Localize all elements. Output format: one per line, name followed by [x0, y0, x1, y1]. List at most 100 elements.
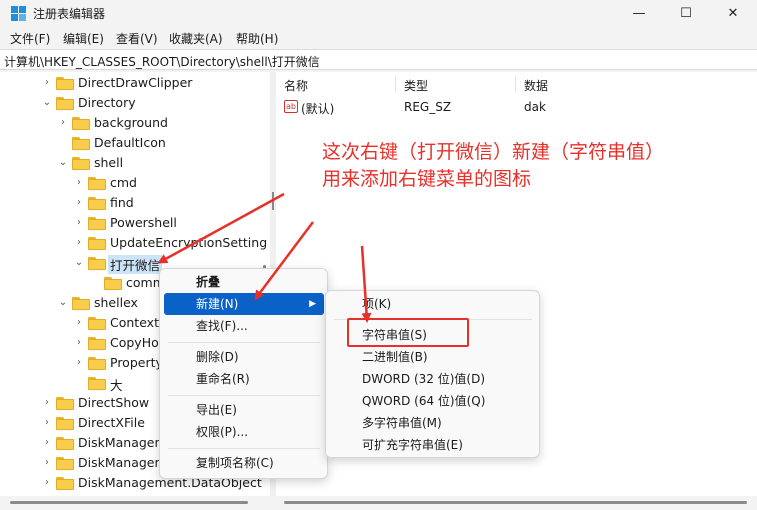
tree-item-label: CopyHo	[110, 335, 159, 350]
value-data: dak	[524, 100, 546, 114]
folder-icon	[56, 457, 74, 470]
submenu-item-qword-value[interactable]: QWORD (64 位)值(Q)	[362, 391, 485, 411]
chevron-icon[interactable]: ›	[41, 456, 53, 470]
submenu-item-key[interactable]: 项(K)	[362, 294, 391, 314]
chevron-icon[interactable]: ›	[73, 216, 85, 230]
folder-icon	[56, 477, 74, 490]
menu-item-delete[interactable]: 删除(D)	[164, 346, 324, 368]
tree-item-label: shell	[94, 155, 124, 170]
new-submenu: 项(K) 字符串值(S) 二进制值(B) DWORD (32 位)值(D) QW…	[325, 290, 540, 458]
minimize-button[interactable]: —	[616, 0, 662, 27]
menu-separator	[168, 448, 320, 449]
folder-icon	[88, 337, 106, 350]
list-hscroll-thumb[interactable]	[284, 501, 747, 504]
menu-favorites[interactable]: 收藏夹(A)	[169, 30, 223, 47]
title-bar: 注册表编辑器 — ☐ ✕	[0, 0, 757, 27]
menu-item-export[interactable]: 导出(E)	[164, 399, 324, 421]
tree-item-label: DirectShow	[78, 395, 150, 410]
menu-item-rename[interactable]: 重命名(R)	[164, 368, 324, 390]
menu-separator	[168, 395, 320, 396]
column-separator[interactable]	[395, 75, 396, 93]
menu-view[interactable]: 查看(V)	[116, 30, 158, 47]
menu-help[interactable]: 帮助(H)	[236, 30, 278, 47]
chevron-icon[interactable]: ›	[41, 76, 53, 90]
chevron-icon[interactable]: ›	[73, 176, 85, 190]
chevron-icon[interactable]: ›	[73, 236, 85, 250]
string-value-icon: ab	[284, 100, 298, 113]
tree-item-label: UpdateEncryptionSetting	[110, 235, 268, 250]
folder-icon	[56, 417, 74, 430]
tree-item-label: 大	[110, 378, 123, 393]
context-menu: 折叠 新建(N) ▶ 查找(F)... 删除(D) 重命名(R) 导出(E) 权限…	[159, 268, 328, 479]
folder-icon	[88, 377, 106, 390]
tree-hscroll-thumb[interactable]	[10, 501, 248, 504]
column-header-name[interactable]: 名称	[284, 77, 308, 94]
value-type: REG_SZ	[404, 100, 452, 114]
menu-item-find[interactable]: 查找(F)...	[164, 315, 324, 337]
chevron-icon[interactable]: ⌄	[73, 256, 85, 270]
close-button[interactable]: ✕	[710, 0, 756, 27]
tree-item-label: Property	[110, 355, 163, 370]
column-header-type[interactable]: 类型	[404, 77, 428, 94]
tree-item-label: Powershell	[110, 215, 177, 230]
tree-item-label: 打开微信	[108, 255, 163, 274]
chevron-icon[interactable]: ›	[73, 196, 85, 210]
submenu-item-dword-value[interactable]: DWORD (32 位)值(D)	[362, 369, 485, 389]
menu-separator	[168, 342, 320, 343]
folder-icon	[72, 297, 90, 310]
tree-item-label: shellex	[94, 295, 138, 310]
chevron-icon[interactable]: ›	[41, 436, 53, 450]
folder-icon	[88, 177, 106, 190]
menu-item-new-label: 新建(N)	[196, 297, 239, 311]
regedit-icon	[11, 6, 27, 22]
chevron-icon[interactable]: ›	[73, 336, 85, 350]
folder-icon	[88, 217, 106, 230]
column-header-data[interactable]: 数据	[524, 77, 548, 94]
tree-item-label: DirectDrawClipper	[78, 75, 193, 90]
annotation: 这次右键（打开微信）新建（字符串值） 用来添加右键菜单的图标	[322, 139, 664, 193]
column-separator[interactable]	[515, 75, 516, 93]
menu-edit[interactable]: 编辑(E)	[63, 30, 104, 47]
chevron-icon[interactable]: ›	[41, 396, 53, 410]
address-bar[interactable]: 计算机\HKEY_CLASSES_ROOT\Directory\shell\打开…	[0, 49, 757, 70]
chevron-icon[interactable]: ›	[73, 356, 85, 370]
submenu-item-binary-value[interactable]: 二进制值(B)	[362, 347, 428, 367]
chevron-icon	[57, 136, 69, 150]
value-name: (默认)	[301, 102, 335, 116]
folder-icon	[104, 277, 122, 290]
chevron-icon[interactable]: ›	[73, 316, 85, 330]
tree-connector	[73, 376, 85, 390]
chevron-icon[interactable]: ›	[57, 116, 69, 130]
chevron-icon[interactable]: ⌄	[57, 156, 69, 170]
chevron-icon[interactable]: ›	[41, 476, 53, 490]
menu-file[interactable]: 文件(F)	[10, 30, 50, 47]
tree-item-label: DirectXFile	[78, 415, 145, 430]
menu-item-permissions[interactable]: 权限(P)...	[164, 421, 324, 443]
chevron-icon[interactable]: ›	[41, 416, 53, 430]
folder-icon	[56, 77, 74, 90]
menu-item-new[interactable]: 新建(N) ▶	[164, 293, 324, 315]
tree-item-label: Directory	[78, 95, 136, 110]
folder-icon	[88, 257, 106, 270]
folder-icon	[88, 237, 106, 250]
folder-icon	[56, 397, 74, 410]
tree-item-label: DiskManagem	[78, 435, 167, 450]
folder-icon	[72, 117, 90, 130]
maximize-button[interactable]: ☐	[663, 0, 709, 27]
window-title: 注册表编辑器	[33, 7, 106, 21]
menu-bar: 文件(F) 编辑(E) 查看(V) 收藏夹(A) 帮助(H)	[0, 28, 757, 48]
chevron-icon[interactable]: ⌄	[57, 296, 69, 310]
menu-item-collapse[interactable]: 折叠	[164, 271, 324, 293]
menu-item-copy-key-name[interactable]: 复制项名称(C)	[164, 452, 324, 474]
submenu-arrow-icon: ▶	[309, 299, 316, 309]
folder-icon	[88, 197, 106, 210]
submenu-item-expandable-string-value[interactable]: 可扩充字符串值(E)	[362, 435, 463, 455]
tree-item-label: background	[94, 115, 168, 130]
horizontal-scrollbars	[0, 496, 757, 510]
address-path: 计算机\HKEY_CLASSES_ROOT\Directory\shell\打开…	[4, 55, 320, 69]
tree-item-label: DiskManagem	[78, 455, 167, 470]
chevron-icon[interactable]: ⌄	[41, 96, 53, 110]
tree-connector	[89, 276, 101, 290]
annotation-line-2: 用来添加右键菜单的图标	[322, 168, 532, 190]
submenu-item-multi-string-value[interactable]: 多字符串值(M)	[362, 413, 442, 433]
